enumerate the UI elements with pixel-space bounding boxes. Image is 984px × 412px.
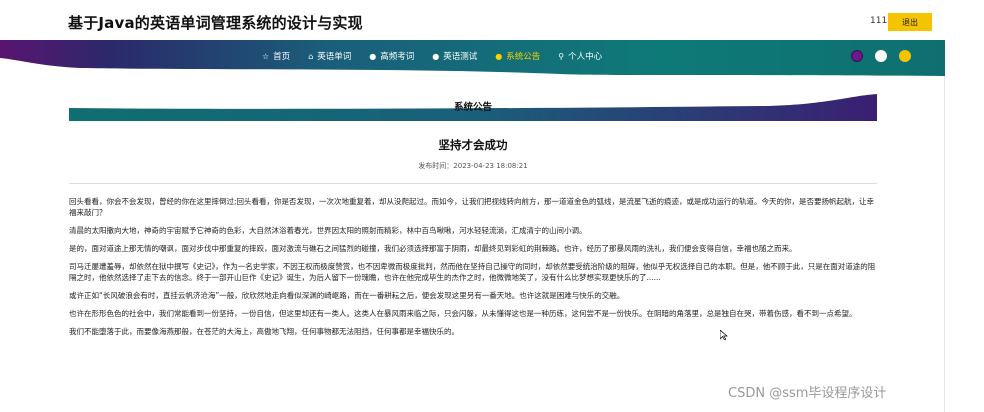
article-paragraph: 或许正如“长风破浪会有时，直挂云帆济沧海”一般，欣欣然地走向看似深渊的崎岖路，而…: [69, 291, 625, 300]
article-paragraph: 清晨的太阳撒向大地，神奇的宇宙赋予它神奇的色彩，大自然沐浴着春光，世界因太阳的照…: [69, 226, 587, 235]
nav-item-announcements[interactable]: ● 系统公告: [495, 50, 541, 63]
nav-label: 首页: [273, 52, 291, 62]
article-paragraph: 我们不能堕落于此，而要像海燕那般，在苍茫的大海上，高傲地飞翔，任何事物都无法阻挡…: [69, 327, 459, 336]
watermark: CSDN @ssm毕设程序设计: [728, 386, 887, 401]
nav-label: 高频考词: [380, 52, 415, 62]
article-paragraph: 回头看看，你会不会发现，曾经的你在这里摔倒过;回头看看，你是否发现，一次次地重复…: [69, 197, 875, 217]
section-title: 系统公告: [453, 102, 492, 113]
notice-icon: ●: [495, 51, 503, 61]
nav-item-english-test[interactable]: ● 英语测试: [432, 50, 478, 63]
article-title: 坚持才会成功: [438, 138, 508, 152]
logout-button[interactable]: 退出: [888, 13, 932, 31]
nav-item-words[interactable]: ⌂ 英语单词: [308, 50, 352, 63]
main-nav: ☆ 首页 ⌂ 英语单词 ● 高频考词 ● 英语测试 ● 系统公告 ⚲ 个人中心: [262, 50, 603, 63]
nav-label: 个人中心: [568, 52, 603, 62]
article-content: 回头看看，你会不会发现，曾经的你在这里摔倒过;回头看看，你是否发现，一次次地重复…: [69, 196, 877, 344]
divider: [69, 183, 877, 184]
article-paragraph: 是的，面对道途上那无情的嘲讽，面对步伐中那重复的摔跤，面对激流与礁石之间猛烈的碰…: [69, 244, 797, 253]
test-icon: ●: [432, 51, 440, 61]
nav-item-frequent-words[interactable]: ● 高频考词: [369, 50, 415, 63]
theme-yellow-button[interactable]: [899, 50, 911, 62]
nav-label: 系统公告: [506, 52, 541, 62]
book-icon: ⌂: [308, 51, 314, 61]
publish-time: 发布时间：2023-04-23 18:08:21: [418, 162, 528, 170]
theme-purple-button[interactable]: [851, 50, 863, 62]
article-paragraph: 也许在形形色色的社会中，我们常能看到一份坚持，一份自信，但这里却还有一类人。这类…: [69, 309, 857, 318]
site-title: 基于Java的英语单词管理系统的设计与实现: [68, 14, 363, 32]
mouse-cursor-icon: [720, 330, 728, 340]
nav-item-profile[interactable]: ⚲ 个人中心: [558, 50, 603, 63]
user-icon: ⚲: [558, 51, 565, 61]
exam-icon: ●: [369, 51, 377, 61]
nav-item-home[interactable]: ☆ 首页: [262, 50, 291, 63]
nav-label: 英语单词: [317, 52, 352, 62]
home-icon: ☆: [262, 51, 270, 61]
article-paragraph: 司马迁屡遭羞辱，却依然在狱中撰写《史记》，作为一名史学家，不因王权而极度赞赏，也…: [69, 262, 876, 282]
theme-white-button[interactable]: [875, 50, 887, 62]
nav-label: 英语测试: [443, 52, 478, 62]
username-label: 111: [870, 16, 888, 26]
top-header: 基于Java的英语单词管理系统的设计与实现 111 退出: [0, 0, 945, 44]
